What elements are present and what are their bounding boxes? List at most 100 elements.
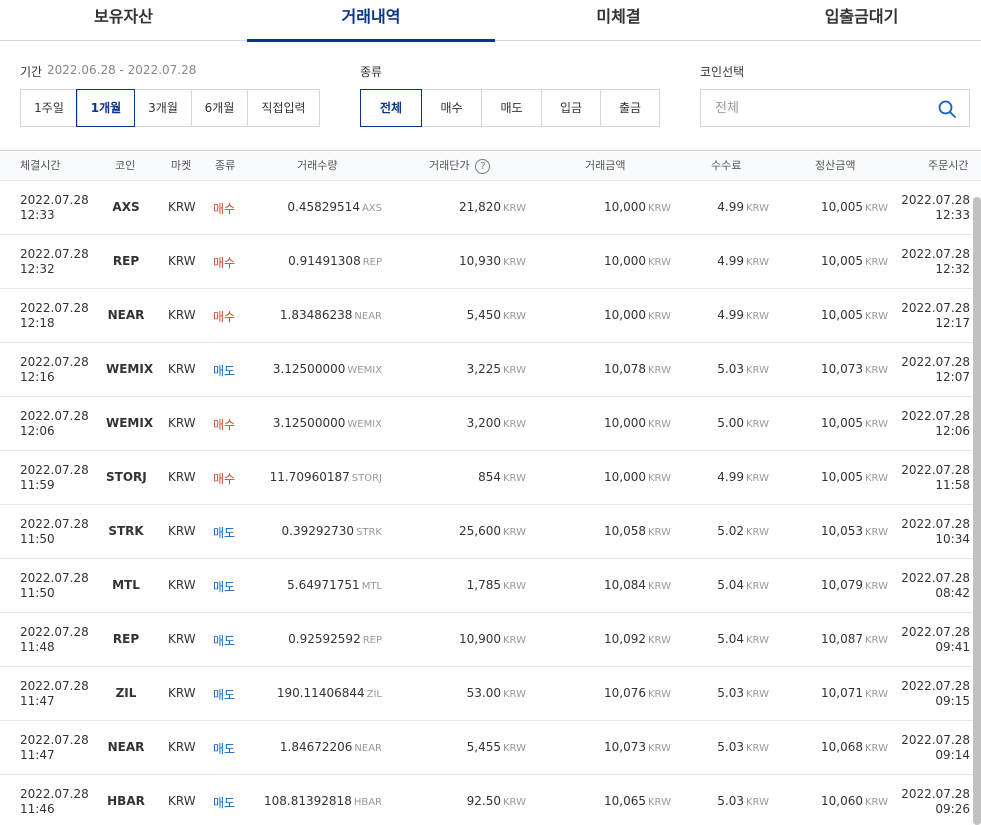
tab-pending-transfers[interactable]: 입출금대기 [742,0,981,41]
settle-unit: KRW [865,797,888,808]
settle-unit: KRW [865,257,888,268]
order-time: 2022.07.28 12:07 [901,355,970,385]
trade-fee: 5.03 KRW [717,362,769,376]
period-option-1m[interactable]: 1개월 [76,89,135,127]
trade-fee: 5.03 KRW [717,794,769,808]
qty-unit: REP [362,257,382,268]
settle-unit: KRW [865,689,888,700]
price-value: 25,600 [459,524,501,538]
order-date: 2022.07.28 [901,409,970,423]
qty-value: 0.45829514 [287,200,360,214]
trade-qty: 1.84672206 NEAR [280,740,382,754]
tab-holdings[interactable]: 보유자산 [0,0,247,41]
tab-history[interactable]: 거래내역 [247,0,495,42]
tab-unfilled[interactable]: 미체결 [495,0,742,41]
qty-unit: WEMIX [347,419,382,430]
fee-value: 4.99 [717,470,744,484]
type-option-buy[interactable]: 매수 [421,90,481,126]
trade-price: 10,900 KRW [459,632,526,646]
settle-value: 10,005 [821,470,863,484]
coin-symbol: NEAR [107,740,145,754]
order-date: 2022.07.28 [901,355,970,369]
table-row: 2022.07.28 12:33 AXS KRW 매수 0.45829514 AXS 21,8… [0,181,973,235]
order-time: 2022.07.28 09:15 [901,679,970,709]
fill-time: 2022.07.28 11:48 [20,625,89,655]
fill-date: 2022.07.28 [20,301,89,315]
type-option-withdraw[interactable]: 출금 [600,90,659,126]
price-value: 92.50 [466,794,501,808]
settle-value: 10,005 [821,254,863,268]
trade-fee: 4.99 KRW [717,470,769,484]
trade-type: 매수 [213,256,236,270]
type-option-sell[interactable]: 매도 [481,90,541,126]
trade-qty: 0.92592592 REP [288,632,382,646]
amount-unit: KRW [648,473,671,484]
fill-clock: 12:33 [20,208,55,222]
search-icon[interactable] [937,99,957,119]
period-option-1w[interactable]: 1주일 [21,90,77,126]
fee-value: 4.99 [717,254,744,268]
order-time: 2022.07.28 12:33 [901,193,970,223]
trade-type: 매수 [213,472,236,486]
trade-amount: 10,076 KRW [604,686,671,700]
scrollbar[interactable] [973,197,981,825]
qty-unit: NEAR [354,743,382,754]
trade-price: 3,225 KRW [467,362,526,376]
fill-date: 2022.07.28 [20,733,89,747]
qty-value: 5.64971751 [287,578,360,592]
price-value: 10,930 [459,254,501,268]
market: KRW [168,578,196,592]
header-qty: 거래수량 [297,159,338,172]
order-date: 2022.07.28 [901,733,970,747]
trade-qty: 108.81392818 HBAR [264,794,382,808]
price-unit: KRW [503,527,526,538]
fill-time: 2022.07.28 11:50 [20,517,89,547]
header-time: 체결시간 [20,159,61,172]
type-option-all[interactable]: 전체 [360,89,422,127]
order-date: 2022.07.28 [901,247,970,261]
fill-time: 2022.07.28 12:06 [20,409,89,439]
period-option-6m[interactable]: 6개월 [191,90,247,126]
settle-unit: KRW [865,365,888,376]
trade-type: 매도 [213,796,236,810]
price-value: 854 [478,470,501,484]
order-date: 2022.07.28 [901,301,970,315]
price-unit: KRW [503,635,526,646]
coin-symbol: WEMIX [106,416,154,430]
fill-date: 2022.07.28 [20,625,89,639]
fill-date: 2022.07.28 [20,193,89,207]
type-option-deposit[interactable]: 입금 [541,90,600,126]
header-market: 마켓 [171,159,192,172]
settle-value: 10,005 [821,416,863,430]
fee-value: 5.04 [717,578,744,592]
settle-unit: KRW [865,743,888,754]
order-time: 2022.07.28 10:34 [901,517,970,547]
trade-type: 매수 [213,202,236,216]
period-label: 기간 [20,65,43,79]
period-option-3m[interactable]: 3개월 [134,90,191,126]
fee-value: 4.99 [717,200,744,214]
order-time: 2022.07.28 12:32 [901,247,970,277]
trade-qty: 0.45829514 AXS [287,200,382,214]
trade-price: 10,930 KRW [459,254,526,268]
coin-symbol: MTL [112,578,140,592]
order-date: 2022.07.28 [901,625,970,639]
order-time: 2022.07.28 12:17 [901,301,970,331]
fill-clock: 12:06 [20,424,55,438]
coin-search-input[interactable] [701,90,921,126]
price-value: 10,900 [459,632,501,646]
settle-value: 10,068 [821,740,863,754]
order-time: 2022.07.28 09:14 [901,733,970,763]
help-icon[interactable]: ? [475,158,491,174]
order-clock: 12:07 [935,370,970,384]
settle-value: 10,071 [821,686,863,700]
market: KRW [168,794,196,808]
qty-unit: NEAR [354,311,382,322]
coin-symbol: HBAR [107,794,145,808]
fee-unit: KRW [746,743,769,754]
period-option-custom[interactable]: 직접입력 [247,90,319,126]
qty-value: 190.11406844 [276,686,365,700]
qty-unit: REP [362,635,382,646]
market: KRW [168,524,196,538]
qty-value: 3.12500000 [272,416,346,430]
